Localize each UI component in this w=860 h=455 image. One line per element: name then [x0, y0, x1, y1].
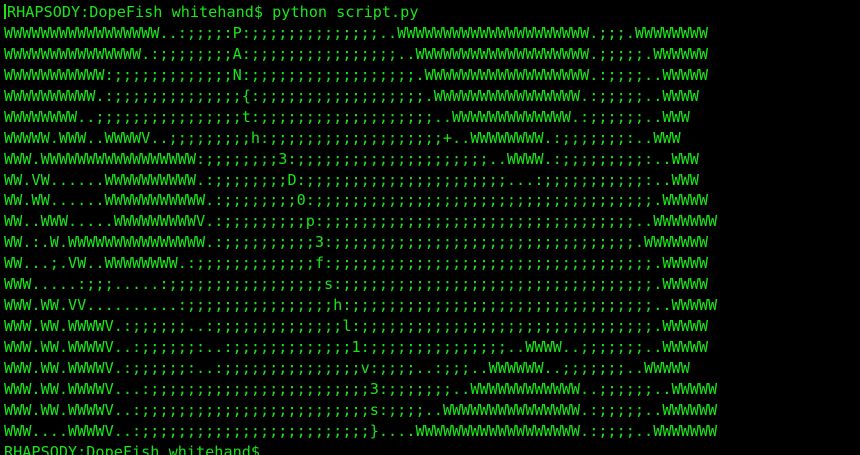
output-line: WW.VW......WWWWWWWWWW.:;;;;;;;;D:;;;;;;;…	[4, 170, 699, 189]
output-line: WWW....WWWWV..:;;;;;;;;;;;;;;;;;;;;;;;;;…	[4, 421, 718, 440]
output-line: WW.:.W.WWWWWWWWWWWWWWW.:;;;;;;;;;;3:;;;;…	[4, 233, 709, 252]
output-line: WWW.WW.WWWWV..:;;;;;;:..:;;;;;;;;;;;;;1:…	[4, 338, 709, 356]
output-line: WWWWWWWWWWWWWWWWW..:;;;;:P:;;;;;;;;;;;;;…	[4, 23, 709, 42]
output-line: WW...;.VW..WWWWWWWW.:;;;;;;;;;;;;;f:;;;;…	[4, 254, 709, 273]
output-line: WWWWWWWWWWW:;;;;;;;;;;;;;N:;;;;;;;;;;;;;…	[4, 65, 709, 84]
output-line: WWWWW.WWW..WWWWV..;;;;;;;;;h:;;;;;;;;;;;…	[4, 128, 681, 147]
prompt-line[interactable]: RHAPSODY:DopeFish whitehand$	[4, 442, 717, 455]
output-line: WW.WW......WWWWWWWWWWW.:;;;;;;;;0:;;;;;;…	[4, 191, 709, 210]
text-cursor-icon	[4, 4, 6, 19]
output-line: WWW.WW.WWWWV.:;;;;;;..:;;;;;;;;;;;;;;l:;…	[4, 317, 709, 336]
output-line: WW..WWW.....WWWWWWWWWV.:;;;;;;;;;p:;;;;;…	[4, 212, 718, 231]
output-line: WWWWWWWW..;;;;;;;;;;;;;;;;t:;;;;;;;;;;;;…	[4, 107, 690, 126]
output-line: WWW.WW.VV..........:;;;;;;;;;;;;;;;;h:;;…	[4, 296, 718, 315]
output-line: WWW.WW.WWWWV..:;;;;;;;;;;;;;;;;;;;;;;;;;…	[4, 400, 718, 419]
command-line-text: RHAPSODY:DopeFish whitehand$ python scri…	[7, 3, 419, 21]
output-line: WWWWWWWWWWWWWWW.:;;;;;;;;A:;;;;;;;;;;;;;…	[4, 44, 709, 63]
terminal-window[interactable]: RHAPSODY:DopeFish whitehand$ python scri…	[0, 0, 860, 455]
output-line: WWW.WW.WWWWV...:;;;;;;;;;;;;;;;;;;;;;;;;…	[4, 379, 718, 398]
terminal-output: RHAPSODY:DopeFish whitehand$ python scri…	[4, 2, 717, 455]
output-line: WWW.WW.WWWWV.:;;;;;;:..:;;;;;;;;;;;;;;;v…	[4, 358, 690, 377]
output-line: WWW.WWWWWWWWWWWWWWWWW:;;;;;;;;3:;;;;;;;;…	[4, 149, 699, 168]
output-line: WWW.....:;;;.....:;;;;;;;;;;;;;;;;;s:;;;…	[4, 275, 709, 294]
command-line: RHAPSODY:DopeFish whitehand$ python scri…	[4, 2, 717, 23]
output-line: WWWWWWWWWW.:;;;;;;;;;;;;;;{:;;;;;;;;;;;;…	[4, 86, 699, 105]
